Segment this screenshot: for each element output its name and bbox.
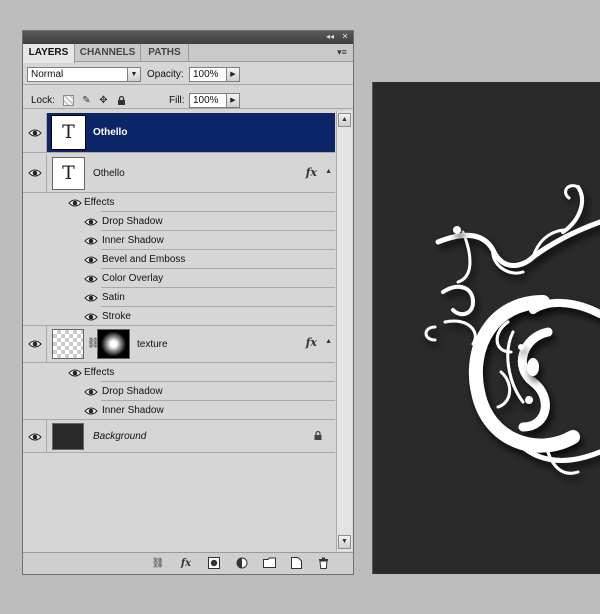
eye-icon[interactable] [84,255,98,265]
layer-row-texture[interactable]: ⛓ texture fx ▲ [23,325,335,363]
eye-icon[interactable] [68,368,82,378]
panel-menu-icon[interactable]: ▾≡ [335,47,349,58]
effect-item-stroke[interactable]: Stroke [47,307,335,326]
eye-icon[interactable] [28,128,42,138]
new-group-icon[interactable] [262,557,276,571]
effect-item-color-overlay[interactable]: Color Overlay [47,269,335,288]
effect-label: Inner Shadow [102,405,164,416]
divider [23,108,353,109]
opacity-label: Opacity: [147,69,184,80]
lock-label: Lock: [31,95,55,106]
lock-image-icon[interactable]: ✎ [81,95,92,106]
effect-label: Stroke [102,311,131,322]
effect-label: Drop Shadow [102,386,163,397]
effect-item-bevel-and-emboss[interactable]: Bevel and Emboss [47,250,335,269]
layer-mask-thumbnail[interactable] [97,329,130,359]
blend-mode-select[interactable]: Normal [27,67,129,82]
layer-list: T Othello T Othello fx ▲ Effects Drop Sh… [23,111,335,551]
collapse-effects-icon[interactable]: ▲ [325,168,332,175]
eye-icon[interactable] [84,293,98,303]
fill-input[interactable]: 100% [189,93,227,108]
fill-slider-icon[interactable]: ▶ [226,93,240,108]
effect-item-drop-shadow[interactable]: Drop Shadow [47,212,335,231]
scrollbar[interactable]: ▲ ▼ [336,111,352,551]
scroll-up-icon[interactable]: ▲ [338,113,351,127]
fill-label: Fill: [169,95,185,106]
eye-icon[interactable] [84,217,98,227]
panel-titlebar: ◂◂ ✕ [23,31,353,44]
tab-paths[interactable]: PATHS [141,44,189,62]
effect-item-satin[interactable]: Satin [47,288,335,307]
eye-icon[interactable] [28,432,42,442]
new-layer-icon[interactable] [289,557,303,571]
effect-item-inner-shadow[interactable]: Inner Shadow [47,401,335,420]
effect-label: Inner Shadow [102,235,164,246]
layer-name[interactable]: Background [93,431,146,442]
collapse-panel-icon[interactable]: ◂◂ [325,32,335,42]
tab-channels[interactable]: CHANNELS [75,44,141,62]
effect-item-inner-shadow[interactable]: Inner Shadow [47,231,335,250]
effect-label: Color Overlay [102,273,164,284]
divider [23,84,353,85]
effect-item-drop-shadow[interactable]: Drop Shadow [47,382,335,401]
layer-thumbnail[interactable] [52,329,84,359]
layer-name[interactable]: texture [137,339,168,350]
eye-icon[interactable] [84,312,98,322]
document-canvas[interactable] [373,82,600,574]
eye-icon[interactable] [84,406,98,416]
eye-icon[interactable] [84,274,98,284]
effects-label: Effects [84,197,115,208]
adjustment-layer-icon[interactable] [235,557,249,571]
link-layers-icon[interactable]: ⛓ [151,557,165,571]
eye-icon[interactable] [68,198,82,208]
eye-icon[interactable] [28,168,42,178]
delete-layer-icon[interactable] [316,557,330,571]
blend-mode-dropdown-icon[interactable]: ▼ [127,67,141,82]
text-layer-thumbnail[interactable]: T [52,157,85,190]
eye-icon[interactable] [84,387,98,397]
lock-position-icon[interactable]: ✥ [98,95,109,106]
layer-thumbnail[interactable] [52,423,84,450]
scroll-down-icon[interactable]: ▼ [338,535,351,549]
panel-tabs: LAYERS CHANNELS PATHS ▾≡ [23,44,353,63]
fx-icon[interactable]: fx [306,336,317,349]
effect-label: Drop Shadow [102,216,163,227]
close-icon[interactable]: ✕ [340,32,350,42]
effect-label: Satin [102,292,125,303]
text-layer-thumbnail[interactable]: T [51,115,86,150]
ornamental-letter-artwork [424,184,600,475]
effects-group[interactable]: Effects [47,193,335,212]
layer-row-othello-selected[interactable]: T Othello [23,113,335,153]
effect-label: Bevel and Emboss [102,254,186,265]
add-mask-icon[interactable] [207,557,221,571]
fx-icon[interactable]: fx [179,557,193,571]
layer-row-othello[interactable]: T Othello fx ▲ [23,154,335,193]
layers-panel: ◂◂ ✕ LAYERS CHANNELS PATHS ▾≡ Normal ▼ O… [22,30,354,575]
eye-icon[interactable] [84,236,98,246]
layer-name[interactable]: Othello [93,168,125,179]
collapse-effects-icon[interactable]: ▲ [325,338,332,345]
lock-icon [313,430,323,444]
opacity-input[interactable]: 100% [189,67,227,82]
effects-label: Effects [84,367,115,378]
tab-layers[interactable]: LAYERS [23,44,75,63]
eye-icon[interactable] [28,339,42,349]
opacity-slider-icon[interactable]: ▶ [226,67,240,82]
layer-row-background[interactable]: Background [23,419,335,453]
fx-icon[interactable]: fx [306,166,317,179]
effects-group[interactable]: Effects [47,363,335,382]
lock-all-icon[interactable] [116,95,127,106]
lock-transparent-icon[interactable] [63,95,74,106]
panel-bottom-toolbar: ⛓ fx [23,552,353,574]
layer-name[interactable]: Othello [93,127,127,138]
